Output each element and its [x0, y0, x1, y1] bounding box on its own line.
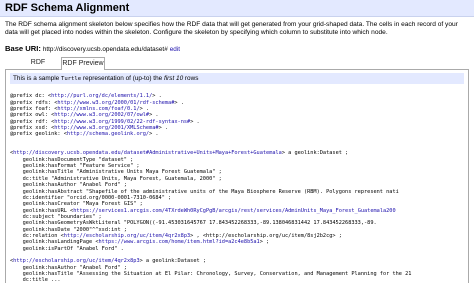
- code-text: @prefix dc: <: [10, 93, 52, 100]
- description-text: The RDF schema alignment skeleton below …: [5, 21, 458, 37]
- code-text: > a geolink:Dataset ;: [281, 150, 349, 157]
- code-line: geolink:hasTitle "Assessing the Situatio…: [10, 271, 466, 277]
- code-text: @prefix xsd: <: [10, 125, 55, 132]
- code-text: geolink:isPartOf "Anabel Ford" .: [10, 245, 124, 252]
- code-uri-link[interactable]: http://www.w3.org/2001/XMLSchema#: [54, 125, 158, 131]
- code-text: geolink:hasCreator "Maya Forest GIS" ;: [10, 201, 143, 208]
- code-uri-link[interactable]: http://purl.org/dc/elements/1.1/: [51, 93, 152, 99]
- code-text: geolink:hasTitle "Administrative Units M…: [10, 169, 222, 176]
- code-uri-link[interactable]: https://www.arcgis.com/home/item.html?id…: [99, 239, 260, 245]
- dialog-title-bar: RDF Schema Alignment: [0, 0, 474, 17]
- code-text: > ;: [259, 239, 270, 246]
- code-text: dc:title "Administrative Units, Maya For…: [10, 175, 222, 182]
- code-text: @prefix foaf: <: [10, 106, 58, 113]
- code-line: dc:title ...: [10, 277, 466, 283]
- code-text: dc:relation <: [10, 232, 64, 239]
- code-text: dc:subject "boundaries" ;: [10, 213, 102, 220]
- code-uri-link[interactable]: http://www.w3.org/2000/01/rdf-schema#: [57, 100, 174, 106]
- sample-note-suffix: rows: [184, 75, 199, 82]
- code-text: > a geolink:Dataset ;: [139, 258, 206, 265]
- base-uri-row: Base URI: http://discovery.ucsb.opendata…: [5, 44, 469, 54]
- code-text: @prefix rdf: <: [10, 118, 55, 125]
- code-uri-link[interactable]: http://xmlns.com/foaf/0.1/: [57, 106, 139, 112]
- code-uri-link[interactable]: http://escholarship.org/uc/item/4qr2x8p3: [13, 258, 139, 264]
- code-text: > .: [190, 118, 200, 125]
- dialog-title: RDF Schema Alignment: [5, 2, 130, 14]
- sample-note-format: Turtle: [60, 76, 82, 82]
- code-text: > , <http://escholarship.org/uc/item/8sj…: [190, 232, 342, 239]
- code-text: geolink:hasAbstract "Shapefile of the ad…: [10, 188, 399, 195]
- sample-note: This is a sample Turtle representation o…: [10, 73, 464, 84]
- code-text: geolink:hasTitle "Assessing the Situatio…: [10, 270, 412, 277]
- turtle-code-block: @prefix dc: <http://purl.org/dc/elements…: [10, 87, 466, 283]
- code-text: geolink:hasURL <: [10, 207, 74, 214]
- sample-note-prefix: This is a sample: [13, 75, 60, 82]
- code-uri-link[interactable]: https://services1.arcgis.com/4TXrdeWh0Ry…: [73, 208, 395, 214]
- code-text: > .: [174, 99, 184, 106]
- tab-rdf-skeleton[interactable]: RDF Skeleton: [19, 57, 57, 78]
- sample-note-middle: representation of (up-to) the: [82, 75, 163, 82]
- code-text: dc:title ...: [10, 277, 61, 283]
- rdf-preview-panel: This is a sample Turtle representation o…: [5, 70, 469, 283]
- code-text: > .: [149, 112, 159, 119]
- code-text: > .: [149, 131, 159, 138]
- code-text: @prefix geolink: <: [10, 131, 67, 138]
- code-text: geolink:hasAuthor "Anabel Ford" ;: [10, 264, 127, 271]
- code-text: > .: [139, 106, 150, 113]
- code-uri-link[interactable]: http://www.w3.org/1999/02/22-rdf-syntax-…: [54, 119, 190, 125]
- code-text: > .: [152, 93, 162, 100]
- code-uri-link[interactable]: http://schema.geolink.org/: [67, 131, 149, 137]
- code-text: geolink:hasDocumentType "dataset" ;: [10, 156, 134, 163]
- base-uri-label: Base URI:: [5, 44, 41, 53]
- code-text: @prefix rdfs: <: [10, 99, 58, 106]
- code-uri-link[interactable]: http://discovery.ucsb.opendata.edu/datas…: [13, 150, 282, 156]
- base-uri-value: http://discovery.ucsb.opendata.edu/datas…: [42, 46, 168, 53]
- sample-note-emph: first 10: [163, 75, 184, 82]
- code-uri-link[interactable]: http://www.w3.org/2002/07/owl#: [54, 112, 149, 118]
- code-text: dc:identifier "orcid.org/0000-0001-7310-…: [10, 194, 172, 201]
- code-text: @prefix owl: <: [10, 112, 55, 119]
- code-text: geolink:hasDate "2000"^^xsd:int ;: [10, 226, 127, 233]
- code-text: > .: [158, 125, 169, 132]
- tab-bar: RDF Skeleton RDF Preview: [5, 57, 469, 78]
- code-text: geolink:hasLandingPage <: [10, 239, 99, 246]
- code-text: geolink:hasAuthor "Anabel Ford" ;: [10, 182, 127, 189]
- tab-rdf-preview[interactable]: RDF Preview: [61, 57, 105, 71]
- code-text: geolink:hasFormat "Feature Service" ;: [10, 163, 140, 170]
- base-uri-edit-link[interactable]: edit: [170, 46, 180, 53]
- code-text: geolink:hasGeometryAsWktLiteral "POLYGON…: [10, 220, 377, 227]
- code-uri-link[interactable]: http://escholarship.org/uc/item/4qr2x8p3: [64, 233, 190, 239]
